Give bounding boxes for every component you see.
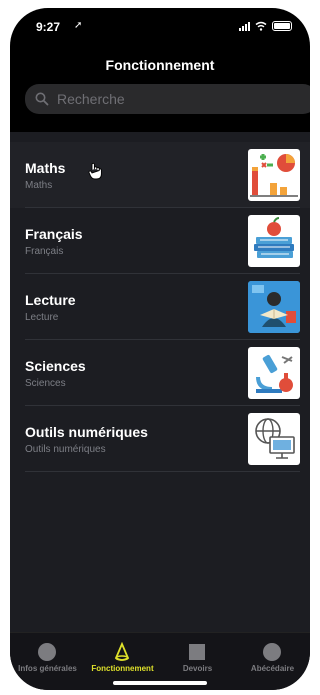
reading-student-icon [248,281,300,333]
item-title: Sciences [25,358,86,374]
status-bar: 9:27 ➚ [10,8,310,46]
search-input[interactable] [55,90,299,108]
status-icons [239,21,292,31]
cone-icon [114,642,130,661]
wifi-icon [255,21,267,31]
tab-infos-generales[interactable]: Infos générales [10,633,85,690]
tab-label: Infos générales [18,664,77,673]
item-title: Outils numériques [25,424,148,440]
square-icon [189,644,205,660]
books-apple-icon [248,215,300,267]
home-indicator[interactable] [113,681,207,685]
item-title: Français [25,226,83,242]
item-subtitle: Maths [25,180,53,191]
phone-screen: 9:27 ➚ Fonctionnement Maths Maths [10,8,310,690]
battery-icon [272,21,292,31]
tab-label: Fonctionnement [91,664,154,673]
item-subtitle: Lecture [25,312,59,323]
item-subtitle: Outils numériques [25,444,106,455]
tab-label: Abécédaire [250,664,295,673]
status-time: 9:27 [36,20,61,34]
tab-abecedaire[interactable]: Abécédaire [235,633,310,690]
list-item-lecture[interactable]: Lecture Lecture [10,274,310,340]
list-item-sciences[interactable]: Sciences Sciences [10,340,310,406]
category-list: Maths Maths Français Français Lecture Le… [10,132,310,632]
list-item-maths[interactable]: Maths Maths [10,142,310,208]
item-subtitle: Français [25,246,64,257]
hand-cursor-icon [88,162,102,180]
microscope-icon [248,347,300,399]
location-arrow-icon: ➚ [74,20,83,31]
search-icon [35,92,49,106]
list-item-outils-numeriques[interactable]: Outils numériques Outils numériques [10,406,310,472]
signal-icon [239,21,250,31]
circle-icon [263,643,281,661]
list-item-francais[interactable]: Français Français [10,208,310,274]
item-title: Maths [25,160,66,176]
globe-computer-icon [248,413,300,465]
item-title: Lecture [25,292,76,308]
chart-math-icon [248,149,300,201]
tab-label: Devoirs [182,664,213,673]
search-bar[interactable] [25,84,310,114]
row-divider [25,471,300,472]
item-subtitle: Sciences [25,378,66,389]
page-title: Fonctionnement [105,57,215,73]
circle-icon [38,643,56,661]
